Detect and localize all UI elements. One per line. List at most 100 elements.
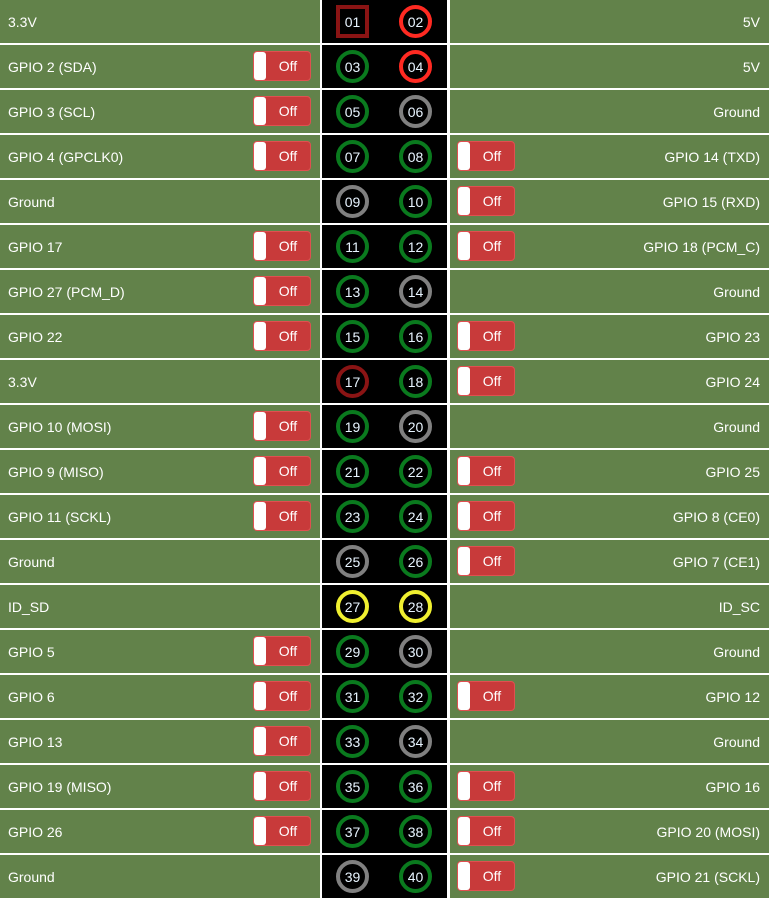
right-pin-cell: GPIO 12 Off <box>450 675 769 718</box>
right-pin-label: Ground <box>713 103 760 120</box>
gpio-toggle-switch[interactable]: Off <box>457 501 515 531</box>
gpio-toggle-switch[interactable]: Off <box>253 726 311 756</box>
gpio-toggle-switch[interactable]: Off <box>457 816 515 846</box>
pin-12-gpio: 12 <box>399 230 432 263</box>
pin-pair: 05 06 <box>322 90 447 133</box>
left-pin-cell: GPIO 11 (SCKL) Off <box>0 495 320 538</box>
pin-23-gpio: 23 <box>336 500 369 533</box>
pin-pair: 39 40 <box>322 855 447 898</box>
right-pin-cell: GPIO 21 (SCKL) Off <box>450 855 769 898</box>
pin-15-gpio: 15 <box>336 320 369 353</box>
pin-39-ground: 39 <box>336 860 369 893</box>
gpio-toggle-switch[interactable]: Off <box>457 321 515 351</box>
pin-row: GPIO 5 Off 29 30 Ground <box>0 630 769 673</box>
pin-row: GPIO 13 Off 33 34 Ground <box>0 720 769 763</box>
gpio-toggle-switch[interactable]: Off <box>457 771 515 801</box>
left-pin-cell: Ground <box>0 540 320 583</box>
pin-20-ground: 20 <box>399 410 432 443</box>
toggle-knob <box>458 502 470 530</box>
left-pin-cell: GPIO 13 Off <box>0 720 320 763</box>
left-pin-cell: GPIO 17 Off <box>0 225 320 268</box>
toggle-knob <box>254 727 266 755</box>
pin-row: 3.3V 17 18 GPIO 24 Off <box>0 360 769 403</box>
left-pin-label: GPIO 27 (PCM_D) <box>8 283 125 300</box>
toggle-knob <box>254 502 266 530</box>
toggle-state-label: Off <box>482 823 502 839</box>
pin-row: GPIO 4 (GPCLK0) Off 07 08 GPIO 14 (TXD) Off <box>0 135 769 178</box>
gpio-toggle-switch[interactable]: Off <box>253 816 311 846</box>
toggle-knob <box>254 97 266 125</box>
left-pin-label: GPIO 17 <box>8 238 63 255</box>
left-pin-label: ID_SD <box>8 598 50 615</box>
left-pin-cell: 3.3V <box>0 0 320 43</box>
pin-row: GPIO 27 (PCM_D) Off 13 14 Ground <box>0 270 769 313</box>
pin-pair: 27 28 <box>322 585 447 628</box>
gpio-header-grid: 3.3V 01 02 5V GPIO 2 (SDA) Off 03 04 5V GPIO 3 (S… <box>0 0 769 898</box>
toggle-state-label: Off <box>482 463 502 479</box>
gpio-toggle-switch[interactable]: Off <box>457 231 515 261</box>
gpio-toggle-switch[interactable]: Off <box>457 546 515 576</box>
gpio-toggle-switch[interactable]: Off <box>457 456 515 486</box>
toggle-knob <box>254 232 266 260</box>
gpio-toggle-switch[interactable]: Off <box>457 186 515 216</box>
pin-pair: 21 22 <box>322 450 447 493</box>
right-pin-cell: GPIO 15 (RXD) Off <box>450 180 769 223</box>
gpio-toggle-switch[interactable]: Off <box>253 321 311 351</box>
toggle-state-label: Off <box>482 373 502 389</box>
right-pin-label: GPIO 16 <box>705 778 760 795</box>
gpio-toggle-switch[interactable]: Off <box>253 276 311 306</box>
left-pin-cell: GPIO 2 (SDA) Off <box>0 45 320 88</box>
gpio-toggle-switch[interactable]: Off <box>253 96 311 126</box>
pin-pair: 33 34 <box>322 720 447 763</box>
gpio-toggle-switch[interactable]: Off <box>253 456 311 486</box>
left-pin-label: GPIO 19 (MISO) <box>8 778 112 795</box>
right-pin-cell: GPIO 20 (MOSI) Off <box>450 810 769 853</box>
toggle-state-label: Off <box>482 328 502 344</box>
gpio-toggle-switch[interactable]: Off <box>253 501 311 531</box>
right-pin-label: Ground <box>713 418 760 435</box>
left-pin-label: GPIO 22 <box>8 328 63 345</box>
right-pin-label: 5V <box>742 13 760 30</box>
right-pin-cell: Ground <box>450 630 769 673</box>
pin-row: Ground 09 10 GPIO 15 (RXD) Off <box>0 180 769 223</box>
pin-08-gpio: 08 <box>399 140 432 173</box>
right-pin-cell: GPIO 24 Off <box>450 360 769 403</box>
left-pin-label: 3.3V <box>8 13 37 30</box>
right-pin-cell: GPIO 8 (CE0) Off <box>450 495 769 538</box>
left-pin-cell: Ground <box>0 180 320 223</box>
toggle-knob <box>458 772 470 800</box>
toggle-state-label: Off <box>278 463 298 479</box>
pin-31-gpio: 31 <box>336 680 369 713</box>
gpio-toggle-switch[interactable]: Off <box>457 366 515 396</box>
toggle-state-label: Off <box>482 688 502 704</box>
gpio-toggle-switch[interactable]: Off <box>457 681 515 711</box>
right-pin-label: GPIO 12 <box>705 688 760 705</box>
pin-row: GPIO 6 Off 31 32 GPIO 12 Off <box>0 675 769 718</box>
left-pin-cell: GPIO 27 (PCM_D) Off <box>0 270 320 313</box>
left-pin-cell: 3.3V <box>0 360 320 403</box>
gpio-toggle-switch[interactable]: Off <box>253 231 311 261</box>
gpio-toggle-switch[interactable]: Off <box>253 681 311 711</box>
gpio-toggle-switch[interactable]: Off <box>457 861 515 891</box>
gpio-toggle-switch[interactable]: Off <box>253 51 311 81</box>
right-pin-label: GPIO 15 (RXD) <box>662 193 760 210</box>
pin-pair: 25 26 <box>322 540 447 583</box>
pin-22-gpio: 22 <box>399 455 432 488</box>
gpio-toggle-switch[interactable]: Off <box>253 411 311 441</box>
pin-row: GPIO 26 Off 37 38 GPIO 20 (MOSI) Off <box>0 810 769 853</box>
toggle-knob <box>254 457 266 485</box>
toggle-state-label: Off <box>278 733 298 749</box>
left-pin-label: GPIO 9 (MISO) <box>8 463 104 480</box>
toggle-state-label: Off <box>278 283 298 299</box>
pin-row: GPIO 22 Off 15 16 GPIO 23 Off <box>0 315 769 358</box>
right-pin-cell: Ground <box>450 90 769 133</box>
gpio-toggle-switch[interactable]: Off <box>253 636 311 666</box>
gpio-toggle-switch[interactable]: Off <box>253 771 311 801</box>
pin-pair: 35 36 <box>322 765 447 808</box>
gpio-toggle-switch[interactable]: Off <box>253 141 311 171</box>
gpio-toggle-switch[interactable]: Off <box>457 141 515 171</box>
pin-14-ground: 14 <box>399 275 432 308</box>
pin-36-gpio: 36 <box>399 770 432 803</box>
toggle-knob <box>458 232 470 260</box>
pin-pair: 11 12 <box>322 225 447 268</box>
